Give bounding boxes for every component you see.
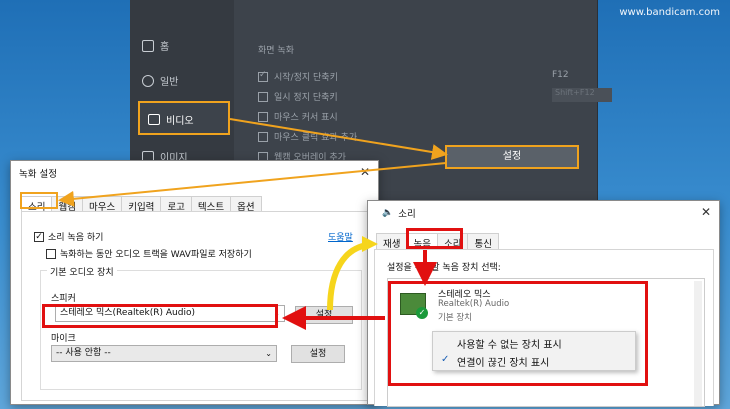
record-sound-option[interactable]: ✓ 소리 녹음 하기 [34,230,103,243]
speaker-settings-button[interactable]: 설정 [295,306,353,324]
video-icon [148,114,160,125]
chevron-down-icon: ⌄ [265,349,272,358]
highlight-device-list [388,281,648,386]
instruction-text: 설정을 수정할 녹음 장치 선택: [387,263,501,273]
speaker-label: 스피커 [51,294,76,304]
checkbox[interactable] [46,248,56,259]
close-icon[interactable]: ✕ [360,165,370,179]
sidebar-item-home[interactable]: 홈 [142,38,169,53]
scrollbar[interactable] [694,281,702,406]
help-link[interactable]: 도움말 [328,230,353,243]
checkbox[interactable] [258,111,268,122]
home-icon [142,39,154,52]
hotkey-value[interactable]: F12 [552,70,569,80]
option-click-effect[interactable]: 마우스 클릭 효과 추가 [258,130,357,143]
hotkey2-value[interactable]: Shift+F12 [552,88,612,102]
close-icon[interactable]: ✕ [701,205,711,219]
record-settings-dialog: 녹화 설정 ✕ 소리 웹캠 마우스 키입력 로고 텍스트 옵션 ✓ 소리 녹음 … [10,160,379,405]
watermark: www.bandicam.com [619,7,720,18]
checkbox[interactable] [258,131,268,142]
group-title: 기본 오디오 장치 [47,265,117,278]
checkbox[interactable] [258,91,268,102]
sidebar-item-general[interactable]: 일반 [142,73,178,88]
sidebar-item-video[interactable]: 비디오 [138,101,230,135]
mic-settings-button[interactable]: 설정 [291,345,345,363]
section-title: 화면 녹화 [258,46,294,56]
audio-device-group: 기본 오디오 장치 스피커 스테레오 믹스(Realtek(R) Audio) … [40,265,362,390]
highlight-recording-tab [406,228,463,249]
option-pause-hotkey[interactable]: 일시 정지 단축키 [258,90,338,103]
option-hotkey[interactable]: 시작/정지 단축키 [258,70,338,83]
sound-dialog-title: 🔈 소리 [382,208,416,220]
highlight-sound-tab [20,192,58,209]
dialog-title: 녹화 설정 [19,169,57,180]
wav-option[interactable]: 녹화하는 동안 오디오 트랙을 WAV파일로 저장하기 [46,247,252,260]
checkbox[interactable] [258,70,268,82]
highlight-speaker-dropdown [42,304,278,328]
option-cursor[interactable]: 마우스 커서 표시 [258,110,338,123]
checkbox-checked[interactable]: ✓ [34,231,44,242]
settings-button[interactable]: 설정 [445,145,579,169]
mic-label: 마이크 [51,334,76,344]
gear-icon [142,74,154,87]
mic-dropdown[interactable]: -- 사용 안함 -- ⌄ [51,345,277,362]
speaker-icon: 🔈 [382,208,394,218]
